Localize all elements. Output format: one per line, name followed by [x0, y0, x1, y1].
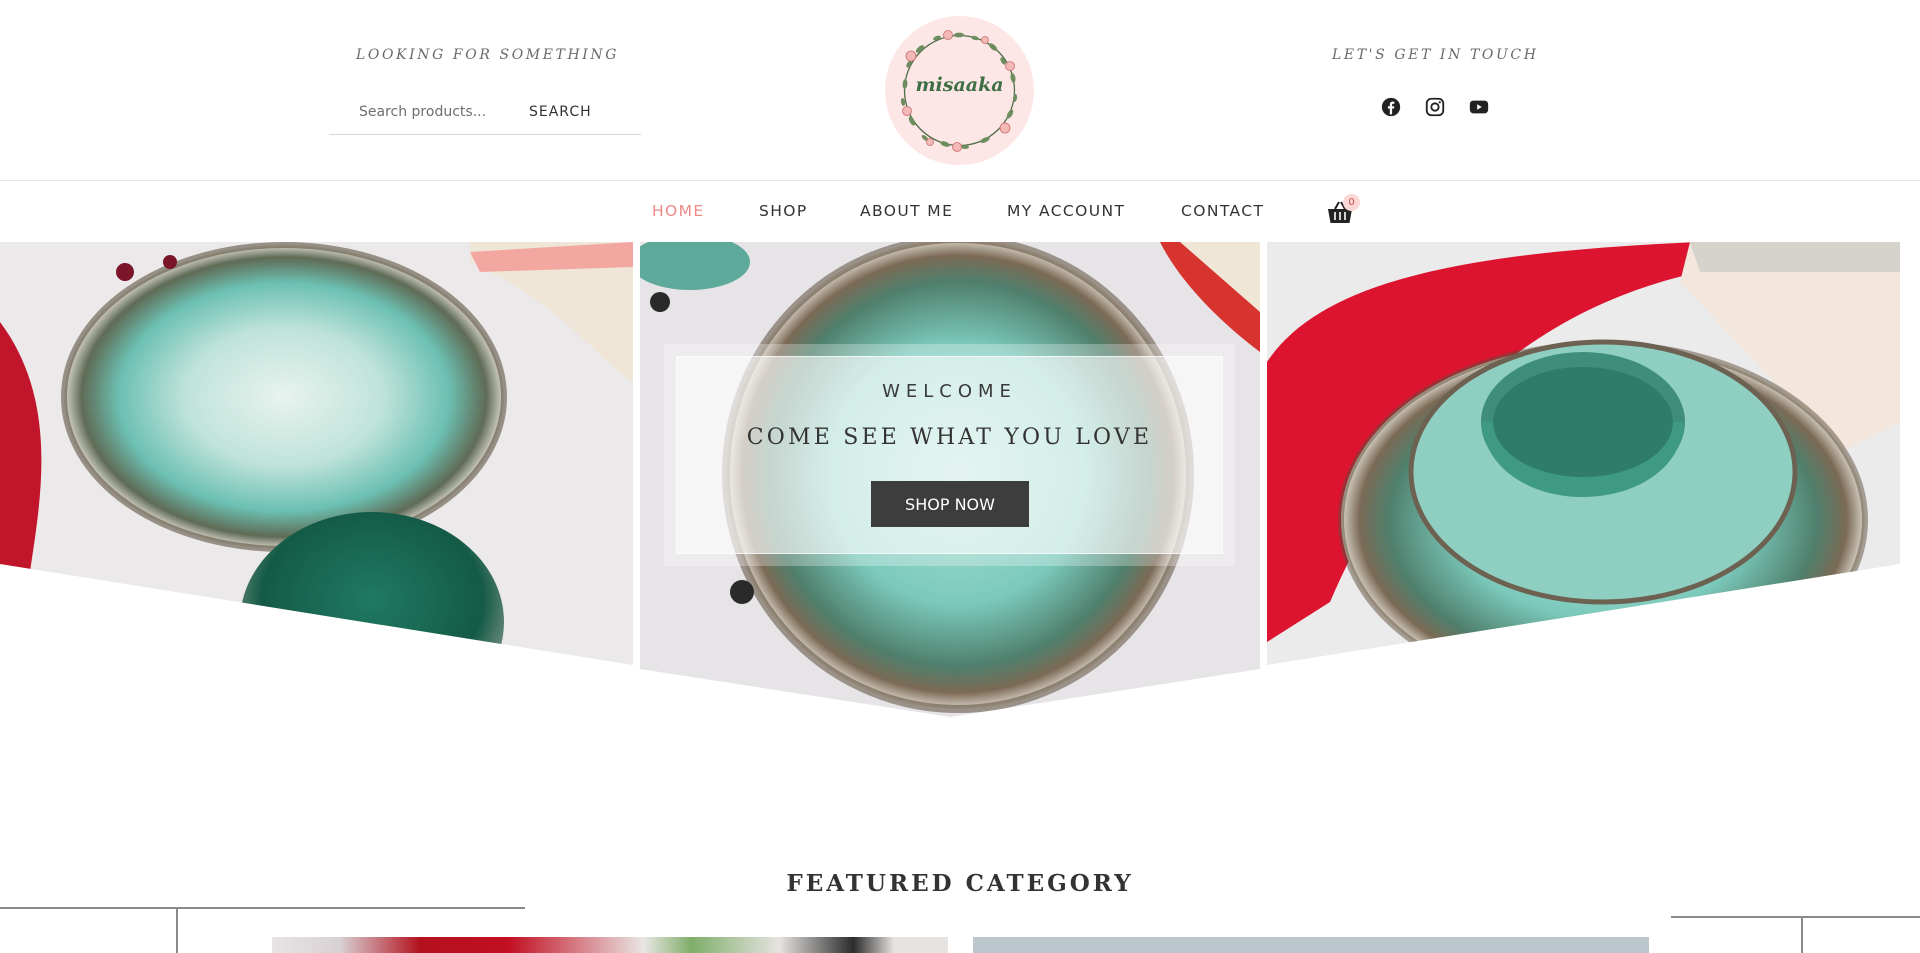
search-button[interactable]: SEARCH — [529, 100, 592, 124]
main-navigation: HOME SHOP ABOUT ME MY ACCOUNT CONTACT 0 — [0, 180, 1920, 242]
cart-count-badge: 0 — [1343, 194, 1360, 211]
search-tagline: LOOKING FOR SOMETHING — [356, 47, 620, 63]
nav-item-my-account[interactable]: MY ACCOUNT — [1007, 202, 1125, 220]
nav-item-shop[interactable]: SHOP — [759, 202, 808, 220]
decor-line-right-h — [1671, 916, 1920, 918]
welcome-card: WELCOME COME SEE WHAT YOU LOVE SHOP NOW — [676, 356, 1223, 554]
featured-category-heading: FEATURED CATEGORY — [786, 870, 1134, 897]
hero-banner: WELCOME COME SEE WHAT YOU LOVE SHOP NOW — [0, 242, 1920, 722]
youtube-icon[interactable] — [1468, 96, 1490, 118]
cart-button[interactable]: 0 — [1326, 194, 1360, 225]
category-card-image[interactable] — [973, 937, 1649, 953]
logo-wordmark: misaaka — [915, 74, 1004, 96]
decor-line-right-v — [1801, 918, 1803, 953]
shop-now-button[interactable]: SHOP NOW — [871, 481, 1029, 527]
site-logo[interactable]: misaaka — [885, 16, 1034, 165]
welcome-overlay: WELCOME COME SEE WHAT YOU LOVE SHOP NOW — [664, 344, 1235, 566]
facebook-icon[interactable] — [1380, 96, 1402, 118]
nav-item-about-me[interactable]: ABOUT ME — [860, 202, 953, 220]
decor-line-left-h — [0, 907, 525, 909]
hero-eyebrow: WELCOME — [882, 381, 1017, 402]
search-input[interactable] — [359, 100, 519, 124]
nav-item-contact[interactable]: CONTACT — [1181, 202, 1264, 220]
hero-title: COME SEE WHAT YOU LOVE — [746, 425, 1153, 450]
decor-line-left-v — [176, 909, 178, 953]
site-header: LOOKING FOR SOMETHING SEARCH — [0, 0, 1920, 180]
instagram-icon[interactable] — [1424, 96, 1446, 118]
category-card-image[interactable] — [272, 937, 948, 953]
nav-item-home[interactable]: HOME — [652, 202, 705, 220]
contact-tagline: LET'S GET IN TOUCH — [1332, 47, 1539, 63]
product-search-form: SEARCH — [329, 92, 641, 135]
